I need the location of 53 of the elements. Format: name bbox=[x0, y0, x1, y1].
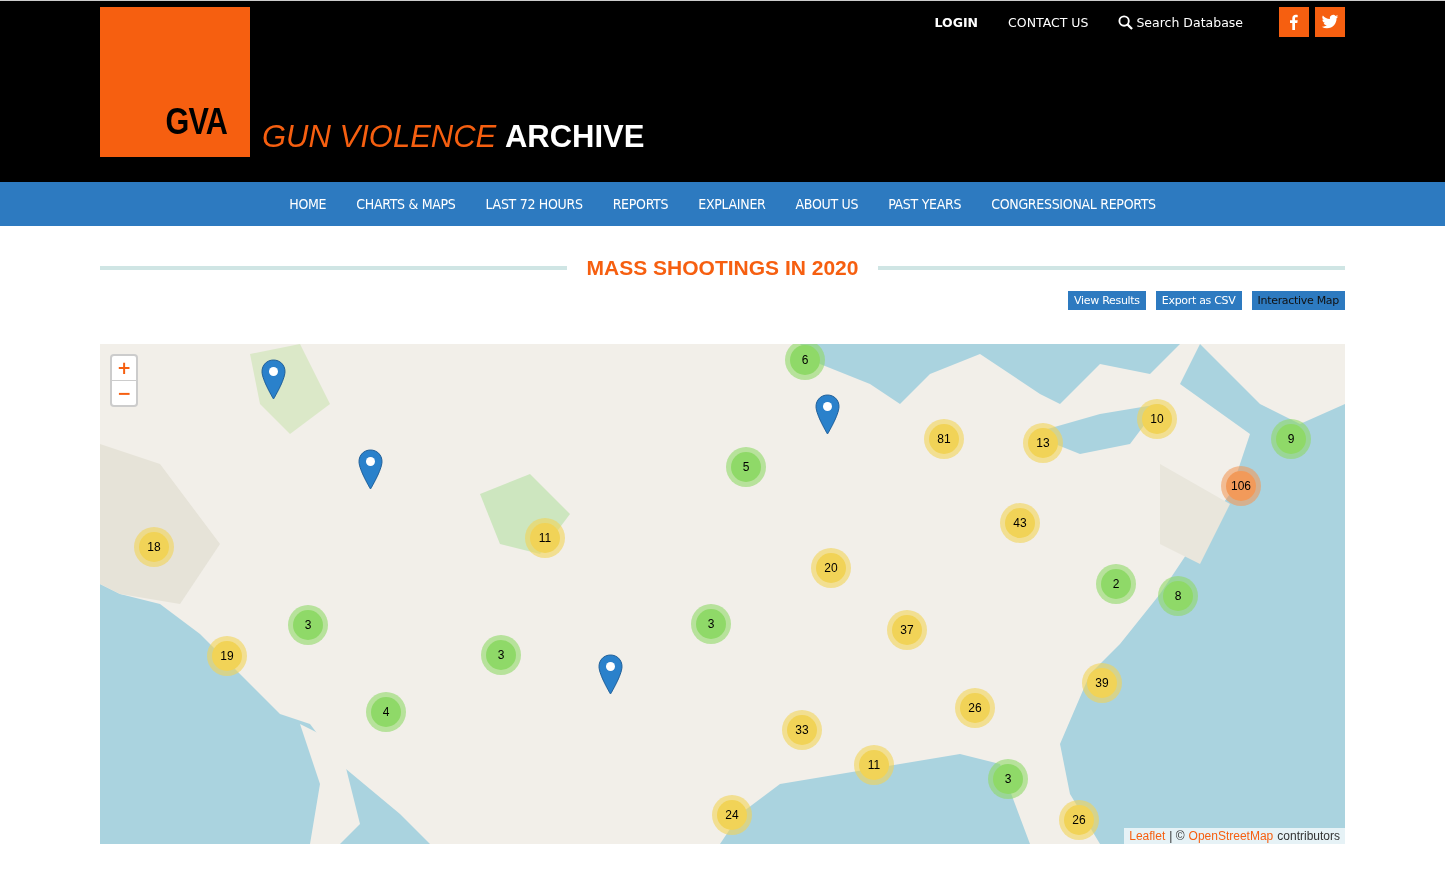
cluster-marker[interactable]: 8 bbox=[1158, 576, 1198, 616]
nav-link[interactable]: EXPLAINER bbox=[683, 196, 781, 212]
bird-icon bbox=[1321, 13, 1339, 31]
cluster-marker[interactable]: 33 bbox=[782, 710, 822, 750]
site-title: GUN VIOLENCE ARCHIVE bbox=[262, 119, 645, 154]
cluster-marker[interactable]: 3 bbox=[691, 604, 731, 644]
cluster-marker[interactable]: 26 bbox=[1059, 800, 1099, 840]
tab[interactable]: Interactive Map bbox=[1251, 291, 1345, 310]
cluster-marker[interactable]: 39 bbox=[1082, 663, 1122, 703]
header-link[interactable]: LOGIN bbox=[934, 14, 979, 30]
cluster-marker[interactable]: 6 bbox=[785, 344, 825, 380]
cluster-marker[interactable]: 24 bbox=[712, 795, 752, 835]
cluster-marker[interactable]: 3 bbox=[288, 605, 328, 645]
map-pin-icon[interactable] bbox=[358, 449, 383, 490]
cluster-marker[interactable]: 3 bbox=[988, 759, 1028, 799]
map-pin-icon[interactable] bbox=[815, 394, 840, 435]
cluster-marker[interactable]: 19 bbox=[207, 636, 247, 676]
cluster-marker[interactable]: 11 bbox=[854, 745, 894, 785]
cluster-marker[interactable]: 37 bbox=[887, 610, 927, 650]
cluster-marker[interactable]: 10 bbox=[1137, 399, 1177, 439]
header-link[interactable]: Search Database bbox=[1118, 14, 1243, 30]
cluster-marker[interactable]: 4 bbox=[366, 692, 406, 732]
tab[interactable]: View Results bbox=[1068, 291, 1146, 310]
tab[interactable]: Export as CSV bbox=[1155, 291, 1242, 310]
cluster-marker[interactable]: 11 bbox=[525, 518, 565, 558]
facebook-button[interactable] bbox=[1279, 7, 1309, 37]
header-link[interactable]: CONTACT US bbox=[1008, 14, 1089, 30]
search-icon bbox=[1118, 14, 1134, 30]
cluster-marker[interactable]: 5 bbox=[726, 447, 766, 487]
nav-link[interactable]: REPORTS bbox=[597, 196, 684, 212]
nav-link[interactable]: ABOUT US bbox=[780, 196, 874, 212]
attribution-text: contributors bbox=[1277, 829, 1340, 843]
cluster-marker[interactable]: 13 bbox=[1023, 423, 1063, 463]
nav-link[interactable]: PAST YEARS bbox=[873, 196, 977, 212]
cluster-marker[interactable]: 3 bbox=[481, 635, 521, 675]
nav-link[interactable]: CHARTS & MAPS bbox=[341, 196, 471, 212]
logo[interactable]: GVA bbox=[100, 7, 250, 157]
map-pin-icon[interactable] bbox=[261, 359, 286, 400]
cluster-marker[interactable]: 81 bbox=[924, 419, 964, 459]
attribution-text: | © bbox=[1169, 829, 1185, 843]
cluster-marker[interactable]: 26 bbox=[955, 688, 995, 728]
cluster-marker[interactable]: 9 bbox=[1271, 419, 1311, 459]
nav-link[interactable]: LAST 72 HOURS bbox=[470, 196, 598, 212]
cluster-marker[interactable]: 2 bbox=[1096, 564, 1136, 604]
cluster-marker[interactable]: 18 bbox=[134, 527, 174, 567]
cluster-marker[interactable]: 106 bbox=[1221, 466, 1261, 506]
nav-link[interactable]: CONGRESSIONAL REPORTS bbox=[976, 196, 1171, 212]
cluster-marker[interactable]: 20 bbox=[811, 548, 851, 588]
cluster-marker[interactable]: 43 bbox=[1000, 503, 1040, 543]
twitter-button[interactable] bbox=[1315, 7, 1345, 37]
page-title: MASS SHOOTINGS IN 2020 bbox=[586, 256, 859, 280]
nav-link[interactable]: HOME bbox=[274, 196, 342, 212]
map-pin-icon[interactable] bbox=[598, 654, 623, 695]
